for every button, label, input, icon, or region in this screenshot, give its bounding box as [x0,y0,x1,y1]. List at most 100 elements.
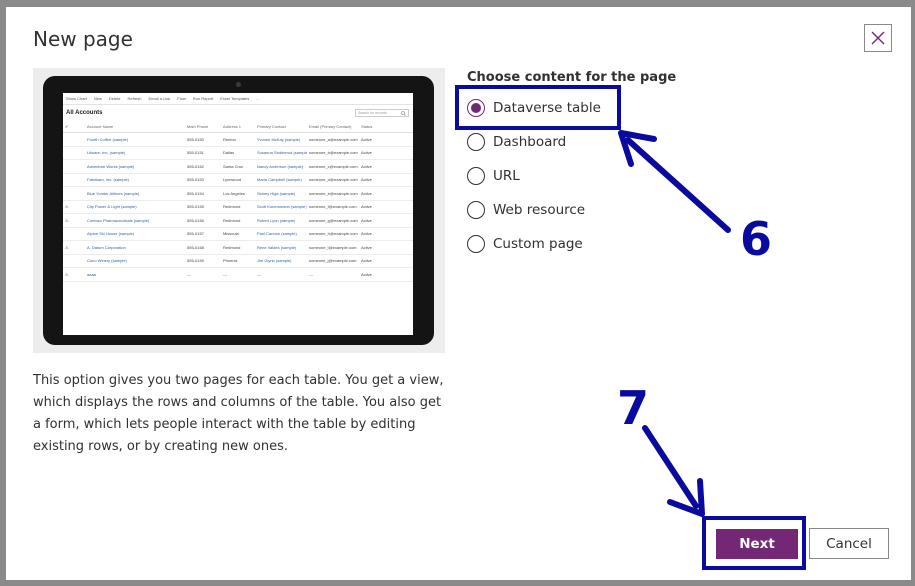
record-type-icon: ⚠ [63,267,85,282]
record-type-icon: ⚠ [63,213,85,228]
step-7-label: 7 [617,381,650,435]
cmd-refresh: Refresh [127,96,142,101]
table-row: ⚠ A. Datum Corporation 555-0158 Redmond Rene… [63,240,413,255]
grid-cell: Yvonne McKay (sample) [255,132,307,147]
grid-cell: Sidney Higa (sample) [255,186,307,201]
grid-cell: Coho Winery (sample) [85,254,185,268]
grid-cell: someone_i@example.com [307,240,359,255]
close-icon [871,31,885,45]
cmd-more: ... [256,96,260,101]
choose-content-label: Choose content for the page [467,70,677,85]
grid-cell: 555-0157 [185,227,221,241]
step7-highlight-box [702,516,806,570]
table-row: Fourth Coffee (sample) 555-0150 Renton Yvon… [63,132,413,147]
preview-command-bar: Show Chart New Delete Refresh Email a Li… [63,93,413,105]
radio-button[interactable] [467,133,485,151]
table-row: ⚠ City Power & Light (sample) 555-0155 Redm… [63,200,413,214]
preview-search-box: Search for records [355,109,409,117]
grid-col-header: Primary Contact [255,121,307,133]
grid-cell: A. Datum Corporation [85,240,185,255]
grid-cell: Fabrikam, Inc. (sample) [85,173,185,187]
grid-cell: 555-0159 [185,254,221,268]
grid-cell: someone_d@example.com [307,173,359,187]
grid-cell: Redmond [221,200,255,214]
grid-cell: Maria Campbell (sample) [255,173,307,187]
grid-cell: 555-0155 [185,200,221,214]
table-row: Fabrikam, Inc. (sample) 555-0153 Lynnwood M… [63,173,413,187]
preview-grid: ✔ Account Name Main Phone Address 1 Prim… [63,121,413,282]
grid-cell: Redmond [221,213,255,228]
grid-cell: Scott Konersmann (sample) [255,200,307,214]
grid-cell: 555-0153 [185,173,221,187]
page-preview-image: Show Chart New Delete Refresh Email a Li… [33,68,445,353]
grid-cell: Renton [221,132,255,147]
option-description: This option gives you two pages for each… [33,373,444,454]
grid-cell: Litware, Inc. (sample) [85,146,185,160]
tablet-frame: Show Chart New Delete Refresh Email a Li… [43,76,434,345]
preview-view-title: All Accounts [66,110,103,116]
grid-cell: Alpine Ski House (sample) [85,227,185,241]
grid-col-header: Account Name [85,121,185,133]
step6-highlight-box [455,85,621,130]
grid-cell: Lynnwood [221,173,255,187]
radio-button[interactable] [467,201,485,219]
grid-cell: Phoenix [221,254,255,268]
grid-check-header: ✔ [63,121,85,133]
grid-cell: Redmond [221,240,255,255]
record-type-icon: ⚠ [63,200,85,214]
close-button[interactable] [864,24,892,52]
grid-cell: Active [359,186,413,201]
grid-cell: someone_j@example.com [307,254,359,268]
grid-cell: 555-0154 [185,186,221,201]
grid-cell: Blue Yonder Airlines (sample) [85,186,185,201]
cmd-excel-templates: Excel Templates [220,96,250,101]
grid-cell: --- [307,267,359,282]
table-row: Coho Winery (sample) 555-0159 Phoenix Jim G… [63,254,413,268]
dialog-title: New page [33,27,133,51]
radio-button[interactable] [467,235,485,253]
radio-label: URL [493,168,520,184]
radio-label: Dashboard [493,134,567,150]
table-row: Litware, Inc. (sample) 555-0151 Dallas Susa… [63,146,413,160]
grid-cell: Susanna Stubberod (sample) [255,146,307,160]
grid-cell: someone_c@example.com [307,159,359,174]
preview-screen: Show Chart New Delete Refresh Email a Li… [63,93,413,335]
grid-header-row: ✔ Account Name Main Phone Address 1 Prim… [63,121,413,133]
radio-button[interactable] [467,167,485,185]
grid-cell: someone_b@example.com [307,146,359,160]
radio-label: Web resource [493,202,586,218]
radio-web-resource[interactable]: Web resource [467,198,585,222]
cancel-button[interactable]: Cancel [809,528,889,559]
grid-cell: someone_e@example.com [307,186,359,201]
table-row: Blue Yonder Airlines (sample) 555-0154 Los… [63,186,413,201]
grid-cell: Active [359,200,413,214]
grid-cell: City Power & Light (sample) [85,200,185,214]
radio-custom-page[interactable]: Custom page [467,232,583,256]
table-row: ⚠ Contoso Pharmaceuticals (sample) 555-015… [63,213,413,228]
grid-cell: 555-0151 [185,146,221,160]
preview-view-header: All Accounts Search for records [63,105,413,121]
grid-cell: 555-0156 [185,213,221,228]
radio-url[interactable]: URL [467,164,520,188]
grid-cell: Fourth Coffee (sample) [85,132,185,147]
grid-cell: Paul Cannon (sample) [255,227,307,241]
table-row: Adventure Works (sample) 555-0152 Santa Cr… [63,159,413,174]
grid-cell: Active [359,254,413,268]
cmd-email-link: Email a Link [148,96,171,101]
tablet-camera [236,82,241,87]
search-icon [401,110,406,116]
grid-cell: --- [221,267,255,282]
grid-cell: Active [359,240,413,255]
step-6-label: 6 [740,212,773,266]
table-row: ⚠ aaaa --- --- --- --- Active [63,267,413,282]
grid-cell: Nancy Anderson (sample) [255,159,307,174]
radio-label: Custom page [493,236,583,252]
cmd-run-report: Run Report [192,96,214,101]
grid-cell: someone_f@example.com [307,200,359,214]
grid-cell: Active [359,173,413,187]
radio-dashboard[interactable]: Dashboard [467,130,566,154]
grid-cell: Dallas [221,146,255,160]
grid-cell: Los Angeles [221,186,255,201]
grid-cell: --- [255,267,307,282]
grid-cell: Active [359,227,413,241]
